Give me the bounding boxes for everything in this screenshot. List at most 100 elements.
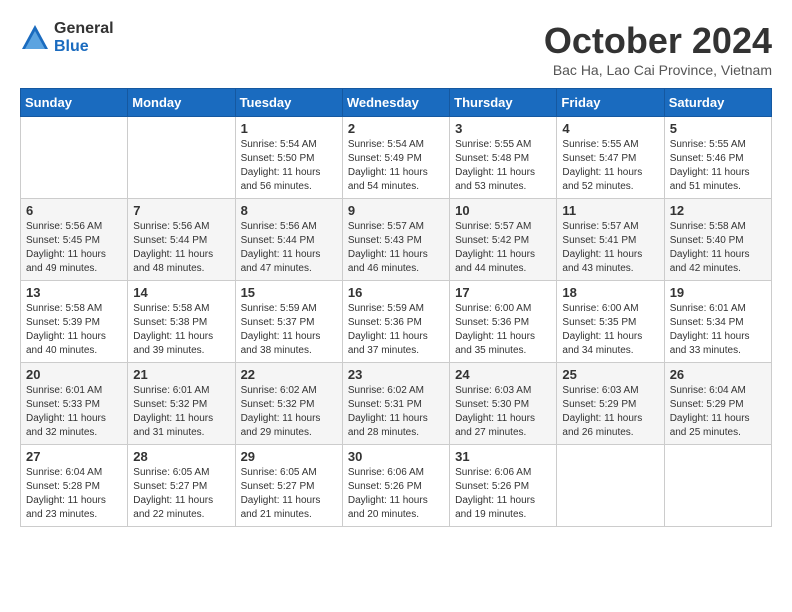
calendar-week-1: 1 Sunrise: 5:54 AMSunset: 5:50 PMDaylight… [21, 117, 772, 199]
day-number: 26 [670, 367, 766, 382]
calendar-cell [128, 117, 235, 199]
month-title: October 2024 [544, 20, 772, 62]
calendar-cell: 15 Sunrise: 5:59 AMSunset: 5:37 PMDayligh… [235, 281, 342, 363]
day-info: Sunrise: 6:05 AMSunset: 5:27 PMDaylight:… [241, 466, 337, 522]
title-section: October 2024 Bac Ha, Lao Cai Province, V… [544, 20, 772, 78]
day-number: 30 [348, 449, 444, 464]
calendar-cell: 8 Sunrise: 5:56 AMSunset: 5:44 PMDaylight… [235, 199, 342, 281]
logo-icon [20, 23, 50, 53]
day-number: 27 [26, 449, 122, 464]
day-number: 20 [26, 367, 122, 382]
calendar-cell: 6 Sunrise: 5:56 AMSunset: 5:45 PMDaylight… [21, 199, 128, 281]
day-info: Sunrise: 5:59 AMSunset: 5:36 PMDaylight:… [348, 302, 444, 358]
day-number: 18 [562, 285, 658, 300]
day-info: Sunrise: 5:56 AMSunset: 5:44 PMDaylight:… [133, 220, 229, 276]
logo-text: General Blue [54, 20, 114, 55]
day-info: Sunrise: 5:58 AMSunset: 5:40 PMDaylight:… [670, 220, 766, 276]
day-number: 31 [455, 449, 551, 464]
calendar-cell: 9Sunrise: 5:57 AMSunset: 5:43 PMDaylight… [342, 199, 449, 281]
calendar-cell: 21 Sunrise: 6:01 AMSunset: 5:32 PMDayligh… [128, 363, 235, 445]
day-info: Sunrise: 6:03 AMSunset: 5:29 PMDaylight:… [562, 384, 658, 440]
calendar-cell: 20 Sunrise: 6:01 AMSunset: 5:33 PMDayligh… [21, 363, 128, 445]
day-info: Sunrise: 6:01 AMSunset: 5:32 PMDaylight:… [133, 384, 229, 440]
header-day-monday: Monday [128, 89, 235, 117]
day-info: Sunrise: 6:06 AMSunset: 5:26 PMDaylight:… [455, 466, 551, 522]
day-info: Sunrise: 6:01 AMSunset: 5:34 PMDaylight:… [670, 302, 766, 358]
day-number: 6 [26, 203, 122, 218]
header-row: SundayMondayTuesdayWednesdayThursdayFrid… [21, 89, 772, 117]
calendar-cell: 18 Sunrise: 6:00 AMSunset: 5:35 PMDayligh… [557, 281, 664, 363]
day-info: Sunrise: 5:56 AMSunset: 5:45 PMDaylight:… [26, 220, 122, 276]
day-number: 25 [562, 367, 658, 382]
calendar-cell: 7Sunrise: 5:56 AMSunset: 5:44 PMDaylight… [128, 199, 235, 281]
calendar-cell: 25 Sunrise: 6:03 AMSunset: 5:29 PMDayligh… [557, 363, 664, 445]
calendar-header: SundayMondayTuesdayWednesdayThursdayFrid… [21, 89, 772, 117]
day-info: Sunrise: 5:54 AMSunset: 5:50 PMDaylight:… [241, 138, 337, 194]
day-info: Sunrise: 5:56 AMSunset: 5:44 PMDaylight:… [241, 220, 337, 276]
day-info: Sunrise: 5:59 AMSunset: 5:37 PMDaylight:… [241, 302, 337, 358]
day-info: Sunrise: 6:04 AMSunset: 5:29 PMDaylight:… [670, 384, 766, 440]
calendar-cell: 12 Sunrise: 5:58 AMSunset: 5:40 PMDayligh… [664, 199, 771, 281]
calendar-cell: 2 Sunrise: 5:54 AMSunset: 5:49 PMDaylight… [342, 117, 449, 199]
day-info: Sunrise: 6:06 AMSunset: 5:26 PMDaylight:… [348, 466, 444, 522]
header-day-friday: Friday [557, 89, 664, 117]
header-day-thursday: Thursday [450, 89, 557, 117]
day-info: Sunrise: 6:04 AMSunset: 5:28 PMDaylight:… [26, 466, 122, 522]
day-info: Sunrise: 5:55 AMSunset: 5:46 PMDaylight:… [670, 138, 766, 194]
calendar-cell: 29 Sunrise: 6:05 AMSunset: 5:27 PMDayligh… [235, 445, 342, 527]
day-number: 2 [348, 121, 444, 136]
logo-general-text: General [54, 20, 114, 38]
calendar-cell: 14 Sunrise: 5:58 AMSunset: 5:38 PMDayligh… [128, 281, 235, 363]
day-info: Sunrise: 5:58 AMSunset: 5:39 PMDaylight:… [26, 302, 122, 358]
calendar-cell: 16 Sunrise: 5:59 AMSunset: 5:36 PMDayligh… [342, 281, 449, 363]
calendar-cell: 5 Sunrise: 5:55 AMSunset: 5:46 PMDaylight… [664, 117, 771, 199]
day-info: Sunrise: 5:57 AMSunset: 5:42 PMDaylight:… [455, 220, 551, 276]
day-number: 21 [133, 367, 229, 382]
day-number: 13 [26, 285, 122, 300]
day-number: 10 [455, 203, 551, 218]
day-number: 23 [348, 367, 444, 382]
day-info: Sunrise: 5:57 AMSunset: 5:43 PMDaylight:… [348, 220, 444, 276]
calendar-cell: 1 Sunrise: 5:54 AMSunset: 5:50 PMDaylight… [235, 117, 342, 199]
calendar-cell [557, 445, 664, 527]
day-info: Sunrise: 6:01 AMSunset: 5:33 PMDaylight:… [26, 384, 122, 440]
day-number: 11 [562, 203, 658, 218]
day-number: 5 [670, 121, 766, 136]
calendar-week-5: 27 Sunrise: 6:04 AMSunset: 5:28 PMDayligh… [21, 445, 772, 527]
logo-blue-text: Blue [54, 38, 114, 56]
calendar-cell: 13 Sunrise: 5:58 AMSunset: 5:39 PMDayligh… [21, 281, 128, 363]
day-info: Sunrise: 5:55 AMSunset: 5:47 PMDaylight:… [562, 138, 658, 194]
day-number: 17 [455, 285, 551, 300]
calendar-cell: 28Sunrise: 6:05 AMSunset: 5:27 PMDayligh… [128, 445, 235, 527]
day-info: Sunrise: 5:54 AMSunset: 5:49 PMDaylight:… [348, 138, 444, 194]
calendar-table: SundayMondayTuesdayWednesdayThursdayFrid… [20, 88, 772, 527]
day-number: 1 [241, 121, 337, 136]
day-info: Sunrise: 6:00 AMSunset: 5:35 PMDaylight:… [562, 302, 658, 358]
calendar-cell: 10 Sunrise: 5:57 AMSunset: 5:42 PMDayligh… [450, 199, 557, 281]
day-number: 29 [241, 449, 337, 464]
day-number: 24 [455, 367, 551, 382]
location-subtitle: Bac Ha, Lao Cai Province, Vietnam [544, 62, 772, 78]
day-info: Sunrise: 5:55 AMSunset: 5:48 PMDaylight:… [455, 138, 551, 194]
day-number: 8 [241, 203, 337, 218]
calendar-cell: 31 Sunrise: 6:06 AMSunset: 5:26 PMDayligh… [450, 445, 557, 527]
header-day-tuesday: Tuesday [235, 89, 342, 117]
day-number: 19 [670, 285, 766, 300]
calendar-cell: 3Sunrise: 5:55 AMSunset: 5:48 PMDaylight… [450, 117, 557, 199]
day-info: Sunrise: 5:58 AMSunset: 5:38 PMDaylight:… [133, 302, 229, 358]
calendar-cell [664, 445, 771, 527]
calendar-cell: 17Sunrise: 6:00 AMSunset: 5:36 PMDayligh… [450, 281, 557, 363]
day-info: Sunrise: 6:03 AMSunset: 5:30 PMDaylight:… [455, 384, 551, 440]
day-number: 14 [133, 285, 229, 300]
day-number: 16 [348, 285, 444, 300]
day-number: 12 [670, 203, 766, 218]
calendar-cell [21, 117, 128, 199]
calendar-cell: 19 Sunrise: 6:01 AMSunset: 5:34 PMDayligh… [664, 281, 771, 363]
calendar-cell: 22Sunrise: 6:02 AMSunset: 5:32 PMDayligh… [235, 363, 342, 445]
header-day-saturday: Saturday [664, 89, 771, 117]
calendar-cell: 11Sunrise: 5:57 AMSunset: 5:41 PMDayligh… [557, 199, 664, 281]
day-number: 15 [241, 285, 337, 300]
page-header: General Blue October 2024 Bac Ha, Lao Ca… [20, 20, 772, 78]
calendar-week-2: 6 Sunrise: 5:56 AMSunset: 5:45 PMDaylight… [21, 199, 772, 281]
day-number: 28 [133, 449, 229, 464]
